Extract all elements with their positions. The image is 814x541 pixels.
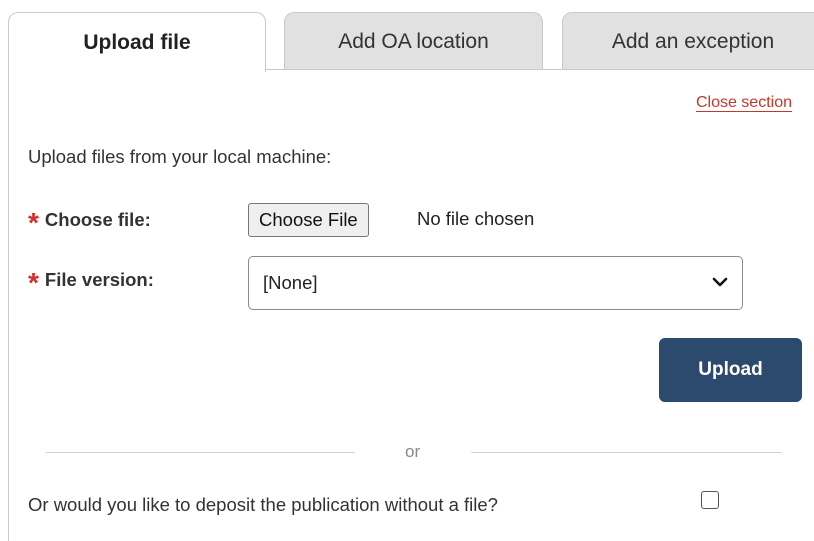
tab-add-oa-location-label: Add OA location (338, 29, 489, 53)
tab-baseline (266, 69, 814, 70)
tab-add-oa-location[interactable]: Add OA location (284, 12, 543, 70)
file-version-label: * File version: (28, 266, 154, 298)
divider-or-text: or (405, 442, 421, 461)
tab-upload-file[interactable]: Upload file (8, 12, 266, 72)
choose-file-button[interactable]: Choose File (248, 203, 369, 237)
choose-file-label-text: Choose file: (44, 209, 151, 230)
deposit-without-file-checkbox[interactable] (701, 491, 719, 509)
deposit-without-file-label: Or would you like to deposit the publica… (28, 494, 498, 515)
upload-intro-text: Upload files from your local machine: (28, 146, 332, 167)
file-version-selected-value: [None] (263, 272, 318, 293)
divider-line-right (471, 452, 782, 453)
file-version-label-text: File version: (44, 269, 154, 290)
panel-border (8, 70, 9, 541)
chevron-down-icon (712, 277, 728, 287)
required-asterisk-icon: * (28, 207, 39, 238)
required-asterisk-icon: * (28, 267, 39, 298)
tab-upload-file-label: Upload file (83, 30, 191, 54)
file-version-select[interactable]: [None] (248, 256, 743, 310)
close-section-link[interactable]: Close section (696, 94, 792, 112)
tab-add-exception[interactable]: Add an exception (562, 12, 814, 70)
tab-add-exception-label: Add an exception (611, 29, 775, 53)
file-status-text: No file chosen (417, 208, 535, 229)
divider-line-left (46, 452, 355, 453)
upload-button[interactable]: Upload (659, 338, 802, 402)
choose-file-label: * Choose file: (28, 206, 151, 238)
